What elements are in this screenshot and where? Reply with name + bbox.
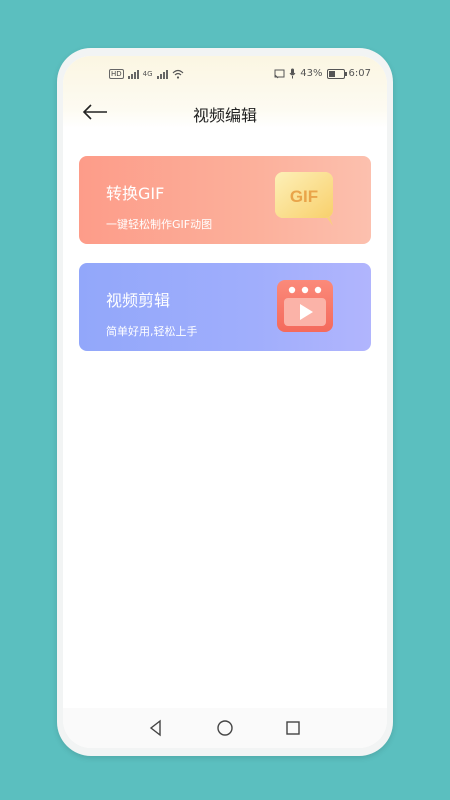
hd-badge: HD [109,69,124,79]
status-bar: HD 4G 43% 6:07 [63,68,387,82]
video-player-icon [277,280,333,332]
recents-square-icon[interactable] [283,718,303,738]
gif-icon-text: GIF [290,187,318,206]
video-edit-title: 视频剪辑 [106,291,171,310]
battery-icon [326,68,347,79]
video-edit-card[interactable]: 视频剪辑 简单好用,轻松上手 [79,263,371,351]
system-nav-bar [63,708,387,748]
app-screen: HD 4G 43% 6:07 视频编辑 转换GIF 一键轻松制作GIF动图 GI… [63,56,387,748]
signal-2-icon [156,69,168,79]
video-edit-subtitle: 简单好用,轻松上手 [106,325,198,338]
battery-percent: 43% [300,68,323,79]
home-circle-icon[interactable] [215,718,235,738]
wifi-icon [172,69,183,79]
network-type-label: 4G [142,70,153,78]
convert-gif-title: 转换GIF [106,184,165,203]
back-triangle-icon[interactable] [146,718,166,738]
phone-frame: HD 4G 43% 6:07 视频编辑 转换GIF 一键轻松制作GIF动图 GI… [57,48,393,756]
microphone-icon [289,68,296,79]
cast-icon [274,69,285,78]
signal-icon [127,69,139,79]
title-bar: 视频编辑 [63,98,387,126]
status-left-icons: HD 4G [109,69,184,79]
gif-chat-bubble-icon: GIF [275,172,333,226]
convert-gif-subtitle: 一键轻松制作GIF动图 [106,218,213,231]
clock: 6:07 [348,68,371,79]
page-title: 视频编辑 [192,106,257,125]
status-right-icons: 43% 6:07 [274,68,371,79]
convert-gif-card[interactable]: 转换GIF 一键轻松制作GIF动图 GIF [79,156,371,244]
